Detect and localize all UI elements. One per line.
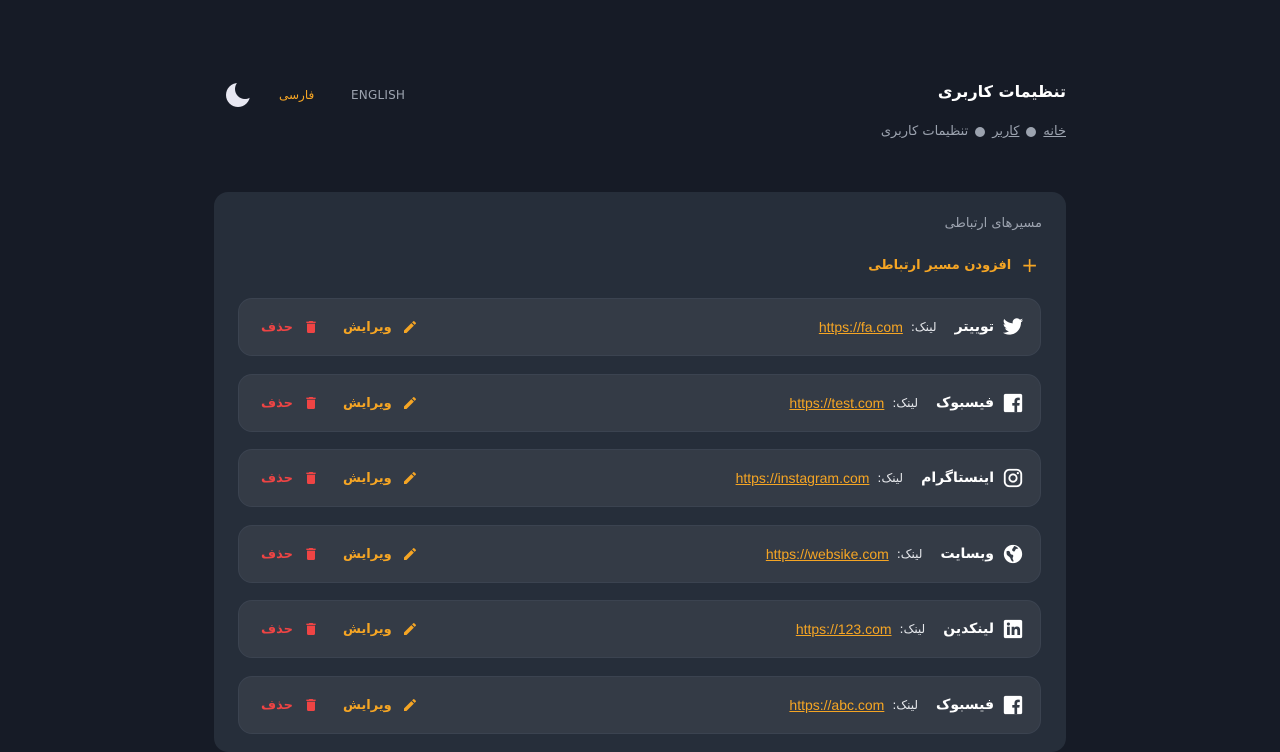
page-title: تنظیمات کاربری	[937, 82, 1066, 101]
section-title: مسیرهای ارتباطی	[944, 216, 1042, 231]
delete-button[interactable]: حذف	[261, 697, 319, 713]
contact-row-facebook: فیسبوک لینک: https://abc.com حذف ویرایش	[238, 676, 1041, 734]
delete-label: حذف	[261, 621, 293, 637]
linkedin-icon	[1002, 618, 1024, 640]
edit-button[interactable]: ویرایش	[343, 546, 418, 562]
delete-button[interactable]: حذف	[261, 546, 319, 562]
link-label: لینک:	[892, 396, 919, 410]
trash-icon	[306, 548, 316, 560]
pencil-icon	[403, 396, 416, 409]
facebook-icon	[1002, 392, 1024, 414]
delete-label: حذف	[261, 395, 293, 411]
twitter-icon	[1002, 316, 1024, 338]
contact-link[interactable]: https://instagram.com	[736, 470, 870, 486]
pencil-icon	[403, 622, 416, 635]
contact-link[interactable]: https://fa.com	[819, 319, 903, 335]
delete-button[interactable]: حذف	[261, 395, 319, 411]
delete-label: حذف	[261, 697, 293, 713]
breadcrumb-user[interactable]: کاربر	[992, 124, 1019, 139]
edit-label: ویرایش	[342, 697, 392, 713]
add-contact-route-button[interactable]: + افزودن مسیر ارتباطی	[868, 253, 1038, 277]
contact-row-linkedin: لینکدین لینک: https://123.com حذف ویرایش	[238, 600, 1041, 658]
link-label: لینک:	[899, 622, 926, 636]
link-label: لینک:	[910, 320, 937, 334]
pencil-icon	[403, 547, 416, 560]
link-label: لینک:	[892, 698, 919, 712]
edit-button[interactable]: ویرایش	[343, 621, 418, 637]
trash-icon	[306, 397, 316, 409]
contact-routes-card: مسیرهای ارتباطی + افزودن مسیر ارتباطی تو…	[214, 192, 1066, 752]
contact-name: فیسبوک	[936, 697, 994, 713]
delete-button[interactable]: حذف	[261, 470, 319, 486]
contact-name: اینستاگرام	[921, 470, 994, 486]
add-contact-route-label: افزودن مسیر ارتباطی	[868, 257, 1012, 273]
edit-button[interactable]: ویرایش	[343, 697, 418, 713]
breadcrumb: خانه کاربر تنظیمات کاربری	[881, 124, 1066, 139]
delete-label: حذف	[261, 319, 293, 335]
edit-label: ویرایش	[342, 621, 392, 637]
pencil-icon	[403, 471, 416, 484]
plus-icon: +	[1021, 253, 1038, 277]
edit-label: ویرایش	[342, 319, 392, 335]
contact-link[interactable]: https://abc.com	[789, 697, 884, 713]
instagram-icon	[1002, 467, 1024, 489]
link-label: لینک:	[896, 547, 923, 561]
pencil-icon	[403, 320, 416, 333]
page-header: تنظیمات کاربری خانه کاربر تنظیمات کاربری…	[214, 76, 1066, 146]
delete-label: حذف	[261, 470, 293, 486]
contact-row-facebook: فیسبوک لینک: https://test.com حذف ویرایش	[238, 374, 1041, 432]
delete-button[interactable]: حذف	[261, 319, 319, 335]
contact-name: لینکدین	[943, 621, 994, 637]
globe-icon	[1002, 543, 1024, 565]
link-label: لینک:	[877, 471, 904, 485]
edit-button[interactable]: ویرایش	[343, 395, 418, 411]
contact-name: توییتر	[954, 319, 994, 335]
edit-button[interactable]: ویرایش	[343, 319, 418, 335]
trash-icon	[306, 623, 316, 635]
contact-row-twitter: توییتر لینک: https://fa.com حذف ویرایش	[238, 298, 1041, 356]
language-persian-button[interactable]: فارسی	[279, 88, 314, 102]
trash-icon	[306, 321, 316, 333]
edit-button[interactable]: ویرایش	[343, 470, 418, 486]
pencil-icon	[403, 698, 416, 711]
language-english-button[interactable]: ENGLISH	[351, 88, 405, 102]
edit-label: ویرایش	[342, 395, 392, 411]
breadcrumb-separator	[1026, 126, 1037, 137]
trash-icon	[306, 699, 316, 711]
contact-row-instagram: اینستاگرام لینک: https://instagram.com ح…	[238, 449, 1041, 507]
breadcrumb-current: تنظیمات کاربری	[880, 124, 969, 139]
contact-name: فیسبوک	[936, 395, 994, 411]
contact-link[interactable]: https://websike.com	[766, 546, 889, 562]
facebook-icon	[1002, 694, 1024, 716]
contact-row-website: وبسایت لینک: https://websike.com حذف ویر…	[238, 525, 1041, 583]
breadcrumb-separator	[975, 126, 986, 137]
breadcrumb-home[interactable]: خانه	[1043, 124, 1066, 139]
edit-label: ویرایش	[342, 546, 392, 562]
delete-button[interactable]: حذف	[261, 621, 319, 637]
contact-link[interactable]: https://test.com	[789, 395, 884, 411]
trash-icon	[306, 472, 316, 484]
edit-label: ویرایش	[342, 470, 392, 486]
contact-link[interactable]: https://123.com	[796, 621, 892, 637]
contact-name: وبسایت	[940, 546, 994, 562]
delete-label: حذف	[261, 546, 293, 562]
moon-icon[interactable]	[226, 82, 252, 108]
